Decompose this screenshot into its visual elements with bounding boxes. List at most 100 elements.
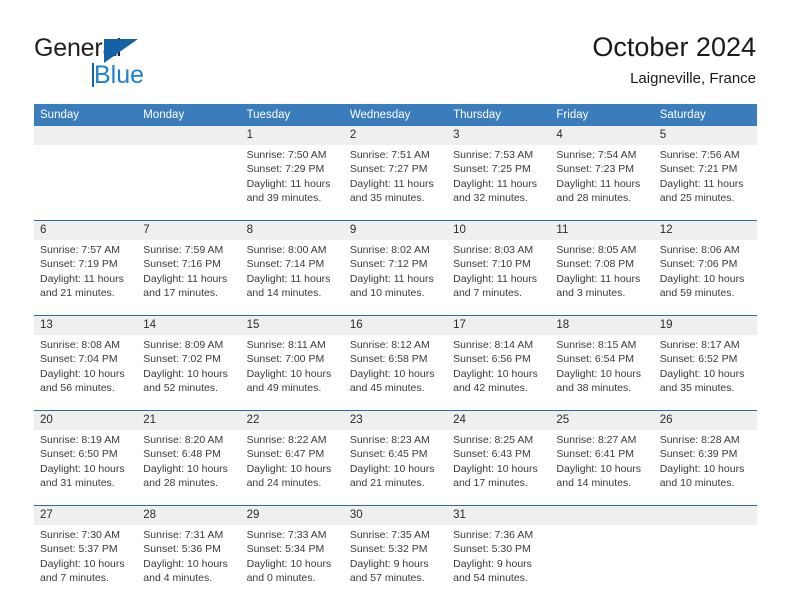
day-cell[interactable]: Sunrise: 8:20 AM Sunset: 6:48 PM Dayligh… (137, 430, 241, 506)
sunrise-text: Sunrise: 8:23 AM (349, 434, 430, 446)
day-number[interactable]: 17 (447, 315, 551, 335)
day-cell[interactable]: Sunrise: 7:57 AM Sunset: 7:19 PM Dayligh… (34, 240, 138, 316)
day-number[interactable]: 7 (137, 220, 241, 240)
day-cell[interactable]: Sunrise: 8:28 AM Sunset: 6:39 PM Dayligh… (653, 430, 757, 506)
daylight-text-line1: Daylight: 10 hours (40, 367, 125, 380)
sunset-text: Sunset: 7:29 PM (246, 163, 325, 176)
sunset-text: Sunset: 7:10 PM (453, 258, 531, 271)
day-cell[interactable]: Sunrise: 8:02 AM Sunset: 7:12 PM Dayligh… (343, 240, 448, 316)
sunrise-text: Sunrise: 8:17 AM (659, 339, 740, 351)
day-cell[interactable]: Sunrise: 8:00 AM Sunset: 7:14 PM Dayligh… (240, 240, 344, 316)
day-cell[interactable]: Sunrise: 8:11 AM Sunset: 7:00 PM Dayligh… (240, 335, 344, 411)
sunrise-text: Sunrise: 8:08 AM (40, 339, 120, 351)
day-number[interactable]: 14 (137, 315, 241, 335)
day-number[interactable]: 2 (343, 126, 448, 145)
day-number[interactable]: 13 (34, 315, 138, 335)
day-cell[interactable]: Sunrise: 7:36 AM Sunset: 5:30 PM Dayligh… (447, 525, 551, 600)
day-cell[interactable]: Sunrise: 7:35 AM Sunset: 5:32 PM Dayligh… (343, 525, 448, 600)
day-number[interactable]: 21 (137, 410, 241, 430)
daylight-text-line2: and 21 minutes. (349, 476, 425, 489)
daylight-text-line2: and 42 minutes. (453, 381, 528, 394)
sunrise-text: Sunrise: 7:35 AM (349, 529, 430, 541)
day-number[interactable]: 6 (34, 220, 138, 240)
day-cell[interactable]: Sunrise: 7:31 AM Sunset: 5:36 PM Dayligh… (137, 525, 241, 600)
sunset-text: Sunset: 5:37 PM (40, 543, 118, 556)
daylight-text-line1: Daylight: 11 hours (349, 272, 434, 285)
day-cell[interactable]: Sunrise: 8:22 AM Sunset: 6:47 PM Dayligh… (240, 430, 344, 506)
daylight-text-line1: Daylight: 11 hours (40, 272, 124, 285)
daylight-text-line1: Daylight: 11 hours (246, 177, 331, 190)
day-cell[interactable]: Sunrise: 8:05 AM Sunset: 7:08 PM Dayligh… (550, 240, 654, 316)
daylight-text-line1: Daylight: 11 hours (453, 177, 537, 190)
day-number[interactable]: 23 (343, 410, 448, 430)
sunrise-text: Sunrise: 8:14 AM (453, 339, 534, 351)
day-cell[interactable]: Sunrise: 8:03 AM Sunset: 7:10 PM Dayligh… (447, 240, 551, 316)
day-number[interactable]: 30 (343, 505, 448, 525)
sunset-text: Sunset: 7:12 PM (349, 258, 428, 271)
day-number[interactable]: 1 (240, 126, 344, 145)
day-number[interactable]: 24 (447, 410, 551, 430)
day-number[interactable]: 15 (240, 315, 344, 335)
day-cell[interactable]: Sunrise: 8:25 AM Sunset: 6:43 PM Dayligh… (447, 430, 551, 506)
day-cell[interactable]: Sunrise: 8:15 AM Sunset: 6:54 PM Dayligh… (550, 335, 654, 411)
sunset-text: Sunset: 7:04 PM (40, 353, 118, 366)
daylight-text-line1: Daylight: 10 hours (143, 557, 228, 570)
daylight-text-line1: Daylight: 11 hours (453, 272, 537, 285)
day-cell[interactable]: Sunrise: 8:12 AM Sunset: 6:58 PM Dayligh… (343, 335, 448, 411)
day-number[interactable]: 5 (653, 126, 757, 145)
day-number[interactable]: 9 (343, 220, 448, 240)
day-number[interactable]: 29 (240, 505, 344, 525)
sunset-text: Sunset: 6:39 PM (659, 448, 738, 461)
daylight-text-line2: and 32 minutes. (453, 191, 528, 204)
day-cell[interactable]: Sunrise: 8:06 AM Sunset: 7:06 PM Dayligh… (653, 240, 757, 316)
day-cell[interactable]: Sunrise: 8:27 AM Sunset: 6:41 PM Dayligh… (550, 430, 654, 506)
week-4-details: Sunrise: 8:19 AM Sunset: 6:50 PM Dayligh… (34, 430, 757, 506)
general-blue-logo[interactable]: General Blue (34, 34, 234, 92)
day-number[interactable]: 27 (34, 505, 138, 525)
sunrise-text: Sunrise: 8:19 AM (40, 434, 120, 446)
sunset-text: Sunset: 6:47 PM (246, 448, 325, 461)
day-cell (137, 145, 241, 221)
sunset-text: Sunset: 6:48 PM (143, 448, 221, 461)
day-cell[interactable]: Sunrise: 7:50 AM Sunset: 7:29 PM Dayligh… (240, 145, 344, 221)
day-cell[interactable]: Sunrise: 7:53 AM Sunset: 7:25 PM Dayligh… (447, 145, 551, 221)
day-cell[interactable]: Sunrise: 7:54 AM Sunset: 7:23 PM Dayligh… (550, 145, 654, 221)
day-cell[interactable]: Sunrise: 8:17 AM Sunset: 6:52 PM Dayligh… (653, 335, 757, 411)
day-cell[interactable]: Sunrise: 7:56 AM Sunset: 7:21 PM Dayligh… (653, 145, 757, 221)
day-number[interactable]: 26 (653, 410, 757, 430)
day-cell[interactable]: Sunrise: 8:08 AM Sunset: 7:04 PM Dayligh… (34, 335, 138, 411)
day-number[interactable]: 16 (343, 315, 448, 335)
sunset-text: Sunset: 7:21 PM (659, 163, 738, 176)
page-title: October 2024 (592, 32, 756, 62)
daylight-text-line1: Daylight: 10 hours (659, 462, 745, 475)
day-number[interactable]: 22 (240, 410, 344, 430)
day-number[interactable]: 19 (653, 315, 757, 335)
day-number[interactable]: 10 (447, 220, 551, 240)
day-cell[interactable]: Sunrise: 8:14 AM Sunset: 6:56 PM Dayligh… (447, 335, 551, 411)
sunrise-text: Sunrise: 8:22 AM (246, 434, 327, 446)
daylight-text-line2: and 31 minutes. (40, 476, 115, 489)
sunrise-text: Sunrise: 7:50 AM (246, 149, 327, 161)
week-2-details: Sunrise: 7:57 AM Sunset: 7:19 PM Dayligh… (34, 240, 757, 316)
day-number[interactable]: 3 (447, 126, 551, 145)
day-number[interactable]: 4 (550, 126, 654, 145)
sunset-text: Sunset: 6:41 PM (556, 448, 635, 461)
day-cell[interactable]: Sunrise: 7:59 AM Sunset: 7:16 PM Dayligh… (137, 240, 241, 316)
day-number[interactable]: 12 (653, 220, 757, 240)
day-cell[interactable]: Sunrise: 7:33 AM Sunset: 5:34 PM Dayligh… (240, 525, 344, 600)
weekday-header-friday: Friday (550, 104, 654, 126)
day-cell[interactable]: Sunrise: 7:30 AM Sunset: 5:37 PM Dayligh… (34, 525, 138, 600)
day-cell[interactable]: Sunrise: 8:19 AM Sunset: 6:50 PM Dayligh… (34, 430, 138, 506)
day-cell[interactable]: Sunrise: 7:51 AM Sunset: 7:27 PM Dayligh… (343, 145, 448, 221)
day-cell[interactable]: Sunrise: 8:23 AM Sunset: 6:45 PM Dayligh… (343, 430, 448, 506)
day-number (653, 505, 757, 525)
day-number[interactable]: 11 (550, 220, 654, 240)
daylight-text-line1: Daylight: 11 hours (143, 272, 228, 285)
day-number[interactable]: 25 (550, 410, 654, 430)
day-number[interactable]: 28 (137, 505, 241, 525)
day-number[interactable]: 20 (34, 410, 138, 430)
day-number[interactable]: 31 (447, 505, 551, 525)
day-number[interactable]: 18 (550, 315, 654, 335)
day-number[interactable]: 8 (240, 220, 344, 240)
day-cell[interactable]: Sunrise: 8:09 AM Sunset: 7:02 PM Dayligh… (137, 335, 241, 411)
